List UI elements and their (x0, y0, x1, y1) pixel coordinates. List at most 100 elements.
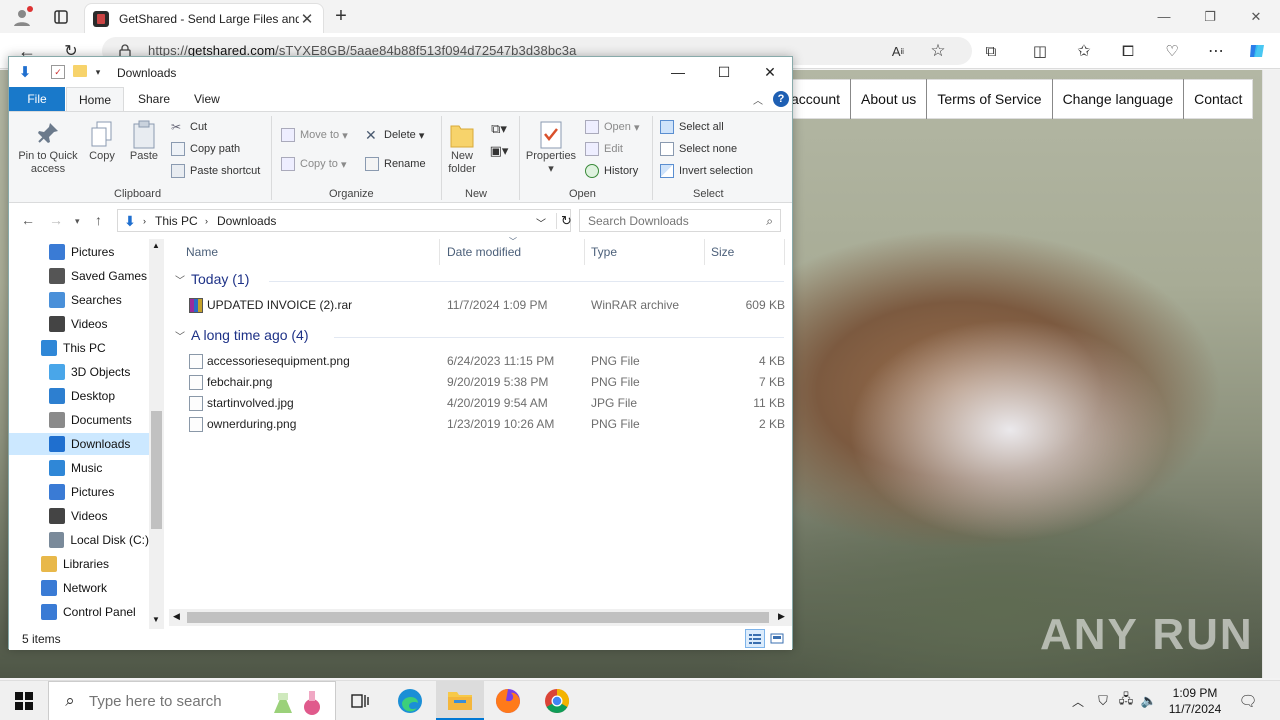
file-row[interactable]: startinvolved.jpg 4/20/2019 9:54 AM JPG Fi… (169, 393, 792, 414)
move-to-button[interactable]: Move to ▾ (281, 128, 348, 142)
large-icons-view-button[interactable] (767, 629, 787, 648)
show-hidden-icons-icon[interactable]: ︿ (1070, 691, 1086, 711)
nav-terms-link[interactable]: Terms of Service (926, 79, 1051, 119)
rename-button[interactable]: Rename (365, 157, 426, 171)
explorer-address-field[interactable]: ⬇ › This PC › Downloads ﹀ ↻ (117, 209, 572, 232)
explorer-minimize-button[interactable]: ― (655, 57, 701, 87)
taskbar-firefox-button[interactable] (484, 681, 532, 720)
task-view-button[interactable] (336, 681, 384, 720)
nav-pane-item[interactable]: Videos (9, 313, 149, 335)
nav-pane-item[interactable]: Music (9, 457, 149, 479)
column-date-modified[interactable]: Date modified (447, 245, 521, 259)
nav-pane-item[interactable]: Searches (9, 289, 149, 311)
file-group-header[interactable]: ﹀ Today (1) (175, 271, 249, 287)
taskbar-search-input[interactable] (89, 693, 289, 710)
network-tray-icon[interactable]: 🖧 (1117, 691, 1135, 711)
nav-pane-item[interactable]: Documents (9, 409, 149, 431)
copilot-icon[interactable] (1246, 40, 1268, 62)
new-folder-button[interactable]: New folder (445, 120, 479, 176)
copy-to-button[interactable]: Copy to ▾ (281, 157, 347, 171)
nav-pane-item[interactable]: Pictures (9, 241, 149, 263)
collapse-ribbon-icon[interactable]: ︿ (751, 92, 765, 107)
file-group-header[interactable]: ﹀ A long time ago (4) (175, 327, 309, 343)
delete-button[interactable]: ✕ Delete ▾ (365, 128, 424, 142)
column-size[interactable]: Size (711, 245, 734, 259)
nav-pane-item[interactable]: Local Disk (C:) (9, 529, 149, 551)
nav-back-icon[interactable]: ← (21, 212, 35, 228)
notifications-icon[interactable]: 🗨 (1238, 691, 1258, 711)
security-tray-icon[interactable]: ⛉ (1094, 691, 1112, 711)
column-divider[interactable] (439, 239, 440, 265)
browser-close-button[interactable]: ✕ (1233, 0, 1279, 33)
performance-icon[interactable]: ♡ (1162, 41, 1182, 61)
pin-quick-access-button[interactable]: Pin to Quick access (15, 120, 81, 176)
horizontal-scroll-thumb[interactable] (187, 612, 769, 623)
customize-toolbar-icon[interactable]: ▾ (93, 66, 103, 78)
breadcrumb-this-pc[interactable]: This PC (155, 214, 198, 228)
tab-actions-icon[interactable] (50, 6, 72, 28)
nav-pane-item[interactable]: Downloads (9, 433, 149, 455)
file-row[interactable]: febchair.png 9/20/2019 5:38 PM PNG File 7 K… (169, 372, 792, 393)
address-refresh-icon[interactable]: ↻ (556, 213, 572, 229)
start-button[interactable] (0, 681, 48, 720)
history-button[interactable]: History (585, 164, 638, 178)
open-button[interactable]: Open ▾ (585, 120, 640, 134)
scroll-left-icon[interactable]: ◀ (173, 611, 180, 622)
edit-button[interactable]: Edit (585, 142, 623, 156)
address-history-dropdown-icon[interactable]: ﹀ (536, 215, 546, 230)
copy-button[interactable]: Copy (85, 120, 119, 163)
taskbar-file-explorer-button[interactable] (436, 681, 484, 720)
taskbar-search-box[interactable]: ⌕ (48, 681, 336, 720)
page-scrollbar[interactable] (1262, 70, 1280, 678)
nav-about-us-link[interactable]: About us (850, 79, 926, 119)
close-tab-icon[interactable]: ✕ (299, 10, 315, 28)
explorer-search-box[interactable]: ⌕ (579, 209, 781, 232)
favorite-star-icon[interactable]: ☆ (928, 41, 948, 61)
split-screen-icon[interactable]: ◫ (1030, 41, 1050, 61)
properties-button[interactable]: Properties ▾ (523, 120, 579, 176)
nav-pane-item[interactable]: Saved Games (9, 265, 149, 287)
scroll-right-icon[interactable]: ▶ (778, 611, 785, 622)
recent-locations-icon[interactable]: ▾ (75, 216, 80, 227)
nav-pane-item[interactable]: Network (9, 577, 149, 599)
nav-forward-icon[interactable]: → (49, 212, 63, 228)
cut-button[interactable]: ✂ Cut (171, 120, 207, 134)
breadcrumb-downloads[interactable]: Downloads (217, 214, 276, 228)
nav-pane-item[interactable]: Libraries (9, 553, 149, 575)
tab-file[interactable]: File (9, 87, 65, 111)
search-icon[interactable]: ⌕ (766, 214, 773, 229)
select-none-button[interactable]: Select none (660, 142, 737, 156)
select-all-button[interactable]: Select all (660, 120, 724, 134)
invert-selection-button[interactable]: Invert selection (660, 164, 753, 178)
help-icon[interactable]: ? (773, 91, 789, 107)
nav-pane-item[interactable]: Control Panel (9, 601, 149, 623)
favorites-icon[interactable]: ✩ (1074, 41, 1094, 61)
tab-view[interactable]: View (182, 87, 232, 111)
nav-pane-item[interactable]: Desktop (9, 385, 149, 407)
column-name[interactable]: Name (186, 245, 218, 259)
explorer-close-button[interactable]: ✕ (747, 57, 793, 87)
column-divider[interactable] (584, 239, 585, 265)
easy-access-icon[interactable]: ▣▾ (487, 142, 511, 160)
taskbar-clock[interactable]: 1:09 PM 11/7/2024 (1160, 685, 1230, 717)
paste-button[interactable]: Paste (125, 120, 163, 163)
new-tab-icon[interactable]: + (330, 5, 352, 27)
read-aloud-icon[interactable]: Aⅱ (888, 41, 908, 61)
nav-contact-link[interactable]: Contact (1183, 79, 1252, 119)
tab-home[interactable]: Home (66, 87, 125, 111)
column-divider[interactable] (784, 239, 785, 265)
profile-avatar-icon[interactable] (10, 5, 34, 29)
nav-pane-item[interactable]: Videos (9, 505, 149, 527)
paste-shortcut-button[interactable]: Paste shortcut (171, 164, 260, 178)
nav-up-icon[interactable]: ↑ (95, 212, 102, 228)
new-item-icon[interactable]: ⧉▾ (487, 120, 511, 138)
new-folder-quick-icon[interactable] (73, 65, 87, 77)
group-collapse-icon[interactable]: ﹀ (175, 328, 185, 343)
extensions-icon[interactable]: ⧉ (981, 41, 1001, 61)
group-collapse-icon[interactable]: ﹀ (175, 272, 185, 287)
more-menu-icon[interactable]: ⋯ (1206, 41, 1226, 61)
file-row[interactable]: accessoriesequipment.png 6/24/2023 11:15 … (169, 351, 792, 372)
browser-minimize-button[interactable]: ― (1141, 0, 1187, 33)
file-row[interactable]: ownerduring.png 1/23/2019 10:26 AM PNG Fil… (169, 414, 792, 435)
details-view-button[interactable] (745, 629, 765, 648)
